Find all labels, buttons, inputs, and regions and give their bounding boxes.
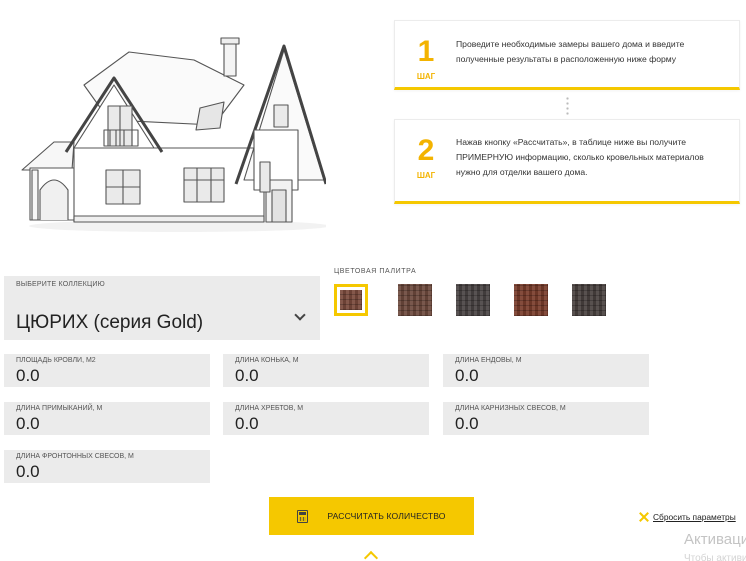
- chevron-down-icon: [294, 309, 306, 321]
- eaves-length-label: ДЛИНА КАРНИЗНЫХ СВЕСОВ, М: [455, 405, 566, 412]
- hip-length-value[interactable]: 0.0: [235, 414, 259, 434]
- calculate-button[interactable]: РАССЧИТАТЬ КОЛИЧЕСТВО: [269, 497, 474, 535]
- hip-length-label: ДЛИНА ХРЕБТОВ, М: [235, 405, 304, 412]
- valley-length-value[interactable]: 0.0: [455, 366, 479, 386]
- step-connector-dots: [566, 96, 569, 116]
- chevron-up-icon[interactable]: [363, 550, 379, 561]
- step-2-text: Нажав кнопку «Рассчитать», в таблице ниж…: [456, 137, 704, 177]
- collection-value: ЦЮРИХ (серия Gold): [16, 312, 204, 333]
- roof-area-label: ПЛОЩАДЬ КРОВЛИ, М2: [16, 357, 96, 364]
- calculator-icon: [297, 509, 309, 523]
- step-2-word: ШАГ: [416, 171, 436, 180]
- ridge-length-value[interactable]: 0.0: [235, 366, 259, 386]
- calculate-button-label: РАССЧИТАТЬ КОЛИЧЕСТВО: [327, 511, 446, 521]
- step-2-card: 2 ШАГ Нажав кнопку «Рассчитать», в табли…: [394, 119, 740, 204]
- step-1-card: 1 ШАГ Проведите необходимые замеры вашег…: [394, 20, 740, 90]
- house-illustration: [21, 37, 326, 232]
- close-icon: [639, 512, 649, 522]
- eaves-length-field[interactable]: ДЛИНА КАРНИЗНЫХ СВЕСОВ, М 0.0: [443, 402, 649, 435]
- color-swatch-4[interactable]: [514, 284, 548, 316]
- eaves-length-value[interactable]: 0.0: [455, 414, 479, 434]
- reset-parameters-label: Сбросить параметры: [653, 512, 736, 522]
- ridge-length-field[interactable]: ДЛИНА КОНЬКА, М 0.0: [223, 354, 429, 387]
- gable-length-value[interactable]: 0.0: [16, 462, 40, 482]
- color-swatch-3[interactable]: [456, 284, 490, 316]
- step-1-number: 1: [417, 35, 435, 68]
- gable-length-label: ДЛИНА ФРОНТОННЫХ СВЕСОВ, М: [16, 453, 134, 460]
- roof-area-field[interactable]: ПЛОЩАДЬ КРОВЛИ, М2 0.0: [4, 354, 210, 387]
- abutment-length-field[interactable]: ДЛИНА ПРИМЫКАНИЙ, М 0.0: [4, 402, 210, 435]
- gable-length-field[interactable]: ДЛИНА ФРОНТОННЫХ СВЕСОВ, М 0.0: [4, 450, 210, 483]
- reset-parameters-link[interactable]: Сбросить параметры: [639, 512, 736, 522]
- step-1-word: ШАГ: [416, 72, 436, 81]
- windows-activation-watermark-line2: Чтобы активировать: [684, 553, 746, 561]
- roof-area-value[interactable]: 0.0: [16, 366, 40, 386]
- abutment-length-value[interactable]: 0.0: [16, 414, 40, 434]
- swatch-tile: [340, 290, 362, 310]
- color-swatch-2[interactable]: [398, 284, 432, 316]
- swatch-tile: [456, 284, 490, 316]
- color-swatch-1[interactable]: [334, 284, 368, 316]
- abutment-length-label: ДЛИНА ПРИМЫКАНИЙ, М: [16, 405, 103, 412]
- hip-length-field[interactable]: ДЛИНА ХРЕБТОВ, М 0.0: [223, 402, 429, 435]
- windows-activation-watermark: Активация: [684, 531, 746, 548]
- swatch-tile: [514, 284, 548, 316]
- palette-label: ЦВЕТОВАЯ ПАЛИТРА: [334, 268, 417, 275]
- collection-select[interactable]: ВЫБЕРИТЕ КОЛЛЕКЦИЮ ЦЮРИХ (серия Gold): [4, 276, 320, 340]
- swatch-tile: [398, 284, 432, 316]
- valley-length-label: ДЛИНА ЕНДОВЫ, М: [455, 357, 522, 364]
- color-swatch-5[interactable]: [572, 284, 606, 316]
- step-2-number: 2: [417, 134, 435, 167]
- swatch-tile: [572, 284, 606, 316]
- ridge-length-label: ДЛИНА КОНЬКА, М: [235, 357, 299, 364]
- valley-length-field[interactable]: ДЛИНА ЕНДОВЫ, М 0.0: [443, 354, 649, 387]
- step-1-text: Проведите необходимые замеры вашего дома…: [456, 39, 685, 64]
- collection-label: ВЫБЕРИТЕ КОЛЛЕКЦИЮ: [16, 281, 105, 288]
